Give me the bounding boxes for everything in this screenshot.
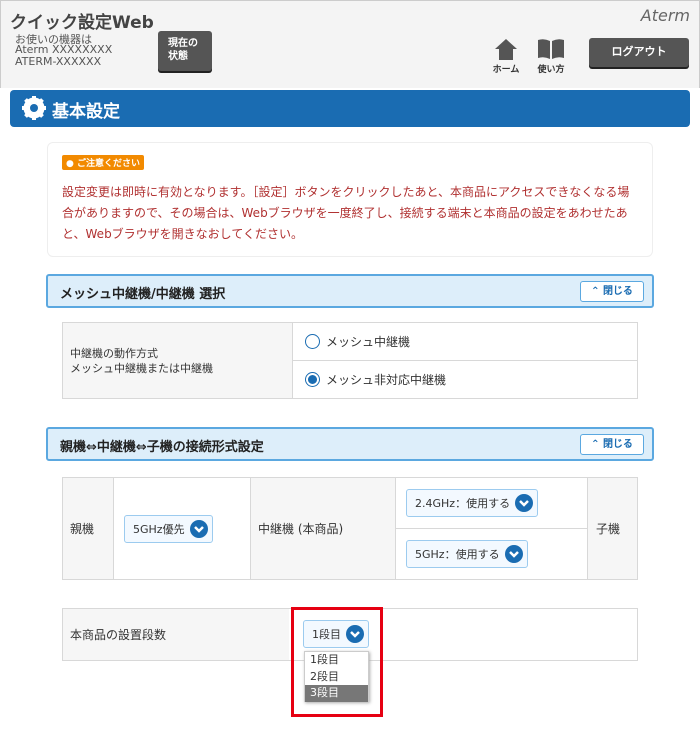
repeater-label: 中継機 (本商品) [250,477,396,580]
home-label: ホーム [493,65,520,75]
caution-label: ご注意ください [77,159,140,169]
band5-cell: 5GHz：使用する [395,528,588,580]
child-label: 子機 [587,477,638,580]
radio-mesh-repeater[interactable]: メッシュ中継機 [292,322,638,361]
parent-cell: 5GHz優先 [113,477,251,580]
select-value: 5GHz：使用する [415,546,500,562]
page-title: 基本設定 [52,102,120,122]
page-title-bar: 基本設定 [10,90,690,127]
caution-badge: ● ご注意ください [62,155,144,170]
radio-selected-icon[interactable] [305,372,320,387]
highlight-annotation-box [291,607,383,717]
band24-cell: 2.4GHz：使用する [395,477,588,529]
close-section-button[interactable]: ⌃ 閉じる [580,281,644,302]
parent-label: 親機 [62,477,114,580]
radio-label: メッシュ中継機 [326,333,410,350]
close-label: 閉じる [603,286,633,297]
stage-label: 本商品の設置段数 [70,626,166,643]
home-icon [494,38,518,60]
parent-band-select[interactable]: 5GHz優先 [124,515,213,543]
gear-icon [22,96,46,120]
app-title: クイック設定Web [10,8,154,33]
home-button[interactable]: ホーム [488,38,524,75]
section-title: 親機⇔中継機⇔子機の接続形式設定 [60,440,264,455]
notice-box: ● ご注意ください 設定変更は即時に有効となります。［設定］ボタンをクリックした… [47,142,653,257]
status-button-line2: 状態 [168,50,212,63]
device-id: ATERM-XXXXXX [15,55,101,68]
logout-button[interactable]: ログアウト [589,38,689,67]
radio-non-mesh-repeater[interactable]: メッシュ非対応中継機 [292,360,638,399]
radio-label: メッシュ非対応中継機 [326,371,446,388]
radio-icon[interactable] [305,334,320,349]
label-line: 中継機の動作方式 [70,346,213,361]
close-label: 閉じる [603,439,633,450]
select-value: 5GHz優先 [133,521,185,537]
chevron-down-icon [190,520,208,538]
section-mesh-header: メッシュ中継機/中継機 選択 ⌃ 閉じる [46,274,654,308]
manual-button[interactable]: 使い方 [533,38,569,75]
chevron-down-icon [505,545,523,563]
section-connection-header: 親機⇔中継機⇔子機の接続形式設定 ⌃ 閉じる [46,427,654,461]
chevron-down-icon [515,494,533,512]
current-status-button[interactable]: 現在の状態 [158,31,212,71]
aterm-logo: Aterm [641,6,690,25]
select-value: 2.4GHz：使用する [415,495,510,511]
operation-mode-label: 中継機の動作方式メッシュ中継機または中継機 [62,322,293,399]
manual-label: 使い方 [537,65,564,75]
book-icon [537,38,565,60]
notice-text: 設定変更は即時に有効となります。［設定］ボタンをクリックしたあと、本商品にアクセ… [62,182,638,245]
band24-select[interactable]: 2.4GHz：使用する [406,489,538,517]
label-line: メッシュ中継機または中継機 [70,361,213,376]
band5-select[interactable]: 5GHz：使用する [406,540,528,568]
section-title: メッシュ中継機/中継機 選択 [60,287,225,302]
close-section-button[interactable]: ⌃ 閉じる [580,434,644,455]
status-button-line1: 現在の [168,37,212,50]
